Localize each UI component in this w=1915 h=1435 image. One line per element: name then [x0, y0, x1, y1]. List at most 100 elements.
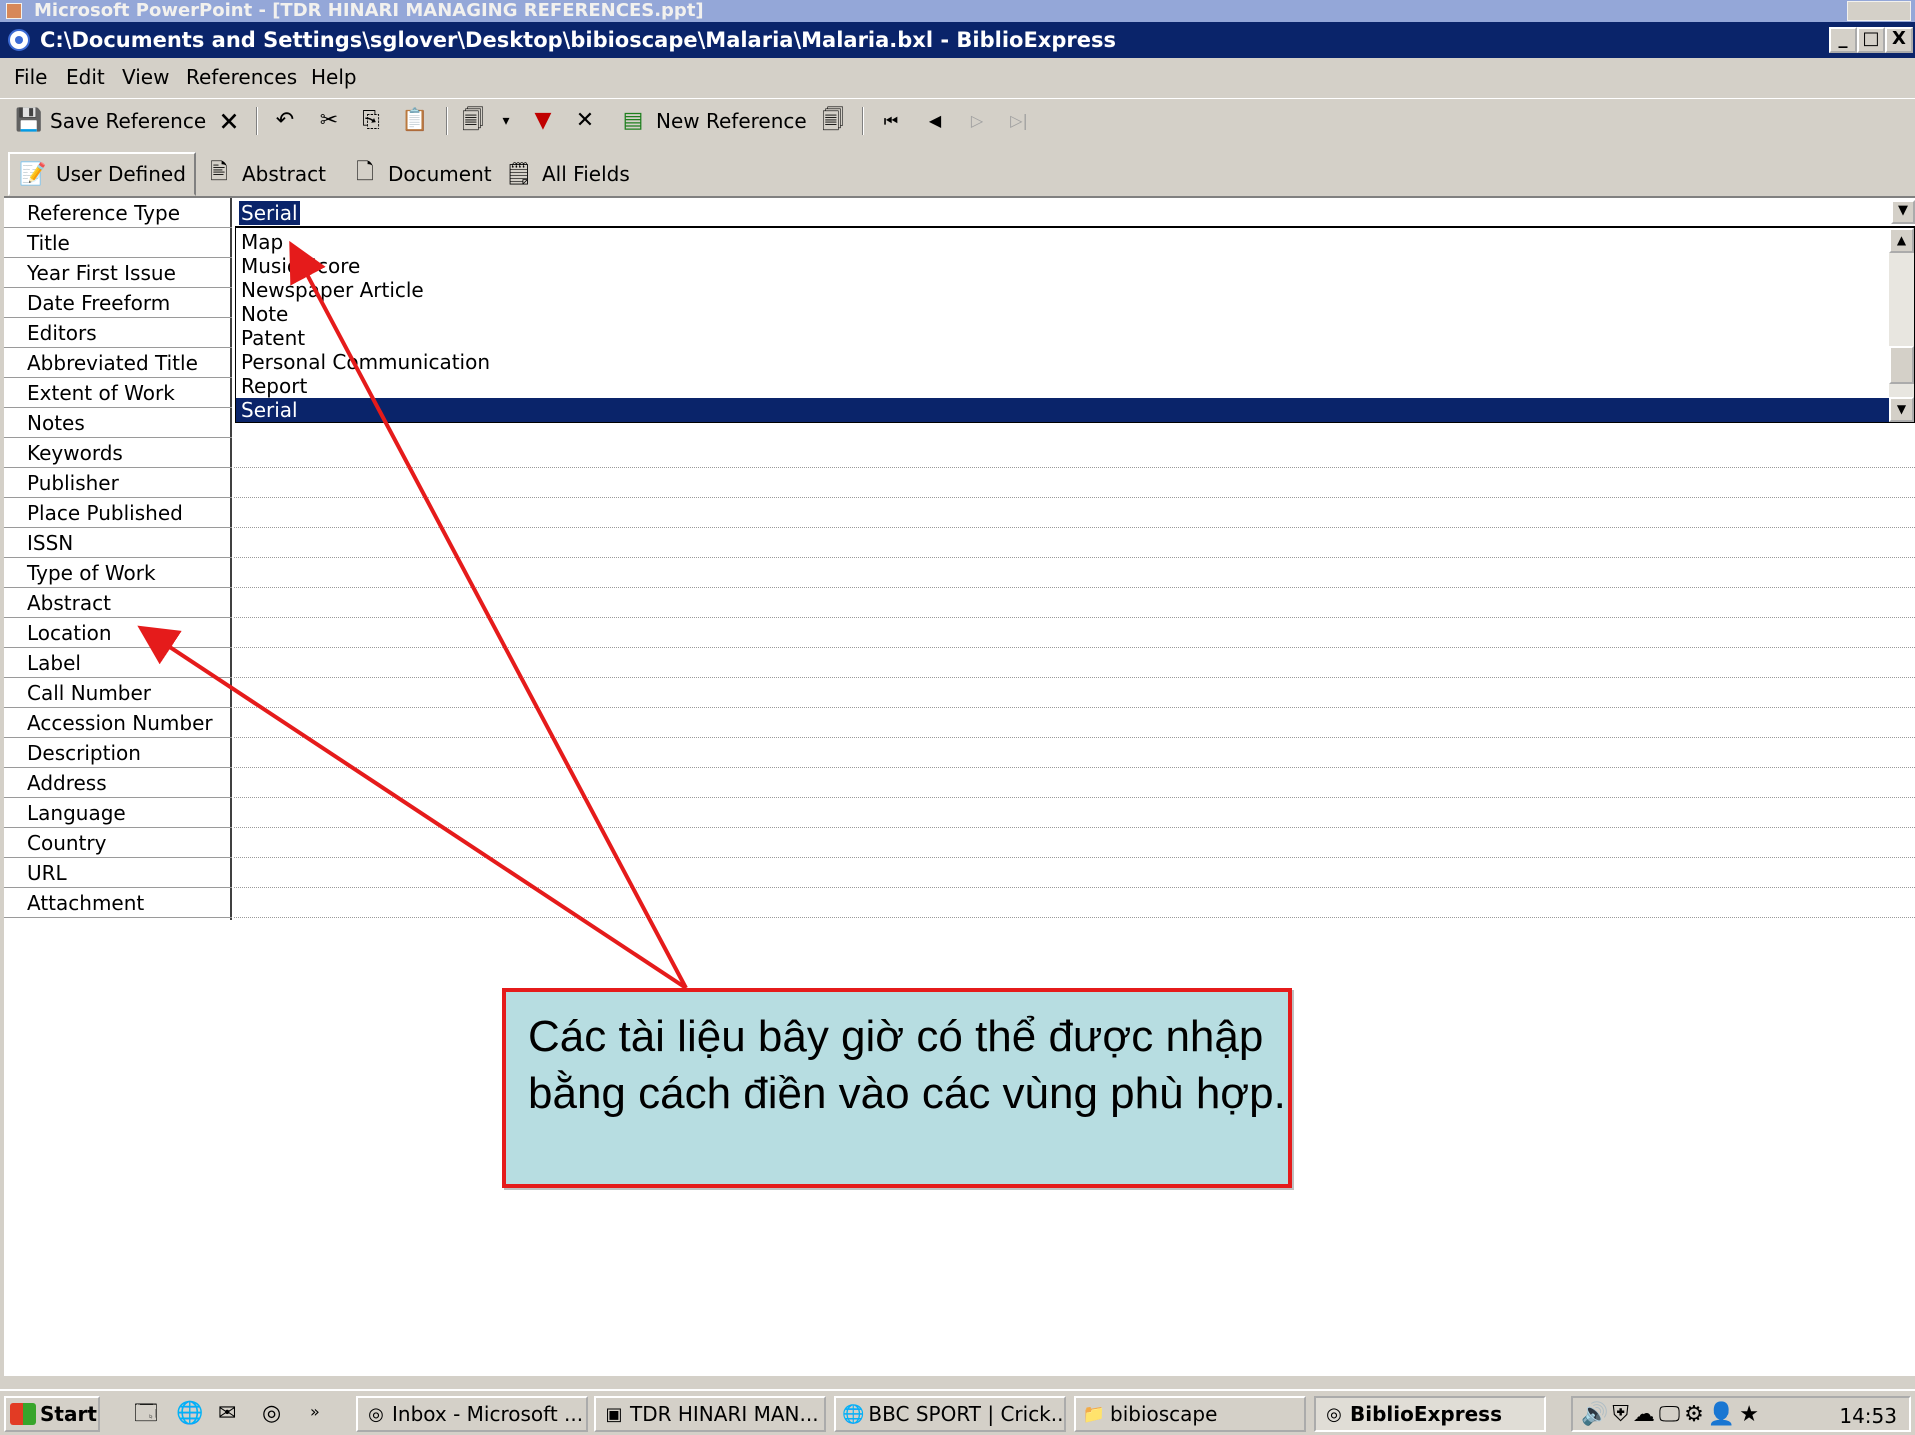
field-label-row[interactable]: Description: [4, 738, 232, 768]
field-value-abstract[interactable]: [234, 588, 1915, 618]
menu-view[interactable]: View: [122, 64, 169, 90]
tab-abstract[interactable]: 🖹 Abstract: [196, 154, 334, 194]
field-label-row[interactable]: ISSN: [4, 528, 232, 558]
field-label-row[interactable]: Abbreviated Title: [4, 348, 232, 378]
task-bbc-sport[interactable]: 🌐 BBC SPORT | Crick...: [834, 1396, 1066, 1432]
last-record-button[interactable]: ▷|: [1004, 105, 1034, 137]
biblioexpress-quicklaunch-icon[interactable]: ◎: [262, 1401, 281, 1427]
menu-help[interactable]: Help: [311, 64, 357, 90]
minimize-button[interactable]: _: [1829, 27, 1857, 53]
new-reference-button[interactable]: ▤ New Reference: [618, 105, 807, 137]
reference-type-option[interactable]: Note: [236, 302, 1890, 326]
start-button[interactable]: Start: [4, 1396, 100, 1432]
show-desktop-icon[interactable]: 🗔: [134, 1401, 158, 1427]
tab-user-defined[interactable]: 📝 User Defined: [8, 152, 196, 196]
reference-type-combobox[interactable]: Serial ▼: [235, 198, 1915, 227]
biblioexpress-app-icon[interactable]: [8, 29, 30, 51]
format-dropdown-button[interactable]: ▾: [496, 105, 516, 137]
field-label-row[interactable]: Publisher: [4, 468, 232, 498]
reference-type-option[interactable]: Patent: [236, 326, 1890, 350]
field-label-row[interactable]: Attachment: [4, 888, 232, 918]
close-button[interactable]: X: [1885, 27, 1913, 53]
task-powerpoint[interactable]: ▣ TDR HINARI MAN...: [594, 1396, 826, 1432]
quicklaunch-more-icon[interactable]: »: [310, 1399, 320, 1425]
reference-type-option[interactable]: Personal Communication: [236, 350, 1890, 374]
field-label-row[interactable]: Extent of Work: [4, 378, 232, 408]
scroll-down-button[interactable]: ▼: [1889, 397, 1914, 422]
save-reference-button[interactable]: 💾 Save Reference: [14, 105, 206, 137]
clock[interactable]: 14:53: [1839, 1404, 1897, 1428]
field-label-row[interactable]: Title: [4, 228, 232, 258]
cancel-button[interactable]: ✕: [570, 105, 600, 137]
menu-edit[interactable]: Edit: [66, 64, 105, 90]
field-label-row[interactable]: Location: [4, 618, 232, 648]
paste-button[interactable]: 📋: [400, 105, 430, 137]
field-label-row[interactable]: Year First Issue: [4, 258, 232, 288]
outlook-icon[interactable]: ✉: [218, 1401, 236, 1427]
duplicate-reference-button[interactable]: 🗐: [818, 105, 848, 137]
next-record-button[interactable]: ▷: [962, 105, 992, 137]
maximize-button[interactable]: □: [1857, 27, 1885, 53]
task-bibioscape-folder[interactable]: 📁 bibioscape: [1074, 1396, 1306, 1432]
internet-explorer-icon[interactable]: 🌐: [176, 1401, 203, 1427]
task-biblioexpress[interactable]: ◎ BiblioExpress: [1314, 1396, 1546, 1432]
tab-document[interactable]: 🗋 Document: [342, 154, 500, 194]
field-label-row[interactable]: Notes: [4, 408, 232, 438]
field-label-row[interactable]: Language: [4, 798, 232, 828]
reference-type-option[interactable]: Report: [236, 374, 1890, 398]
field-label-row[interactable]: Address: [4, 768, 232, 798]
reference-type-option[interactable]: Newspaper Article: [236, 278, 1890, 302]
field-label-row[interactable]: Call Number: [4, 678, 232, 708]
field-value-location[interactable]: [234, 618, 1915, 648]
delete-reference-button[interactable]: 🗙: [214, 105, 244, 137]
field-value-language[interactable]: [234, 798, 1915, 828]
field-label-row[interactable]: Type of Work: [4, 558, 232, 588]
first-record-button[interactable]: ⏮: [876, 105, 906, 137]
field-value-keywords[interactable]: [234, 438, 1915, 468]
tab-document-label: Document: [388, 162, 492, 186]
save-icon: 💾: [15, 108, 43, 133]
scroll-up-button[interactable]: ▲: [1889, 228, 1914, 253]
field-value-type-of-work[interactable]: [234, 558, 1915, 588]
reference-type-value[interactable]: Serial: [239, 201, 300, 225]
field-label-row[interactable]: Reference Type: [4, 198, 232, 228]
background-window-controls[interactable]: [1847, 1, 1911, 21]
menu-references[interactable]: References: [186, 64, 297, 90]
field-value-place-published[interactable]: [234, 498, 1915, 528]
field-value-attachment[interactable]: [234, 888, 1915, 918]
undo-button[interactable]: ↶: [270, 105, 300, 137]
field-label-row[interactable]: Keywords: [4, 438, 232, 468]
reference-type-option[interactable]: Map: [236, 230, 1890, 254]
field-label-row[interactable]: Accession Number: [4, 708, 232, 738]
field-label-row[interactable]: Date Freeform: [4, 288, 232, 318]
tab-all-fields[interactable]: 🗒 All Fields: [496, 154, 638, 194]
cut-button[interactable]: ✂: [314, 105, 344, 137]
field-label-row[interactable]: Label: [4, 648, 232, 678]
reference-type-option[interactable]: Music Score: [236, 254, 1890, 278]
field-value-address[interactable]: [234, 768, 1915, 798]
field-label-row[interactable]: Place Published: [4, 498, 232, 528]
reference-type-option-selected[interactable]: Serial: [236, 398, 1890, 422]
field-value-label[interactable]: [234, 648, 1915, 678]
field-value-country[interactable]: [234, 828, 1915, 858]
task-inbox[interactable]: ◎ Inbox - Microsoft ...: [356, 1396, 588, 1432]
field-label-row[interactable]: URL: [4, 858, 232, 888]
copy-button[interactable]: ⎘: [356, 105, 386, 137]
scroll-thumb[interactable]: [1889, 346, 1914, 384]
field-label-row[interactable]: Abstract: [4, 588, 232, 618]
tray-icons[interactable]: 🔊⛨☁🖵⚙👤★: [1581, 1402, 1763, 1427]
format-button[interactable]: 🗐: [458, 105, 488, 137]
field-label-row[interactable]: Editors: [4, 318, 232, 348]
menu-file[interactable]: File: [14, 64, 47, 90]
field-label-row[interactable]: Country: [4, 828, 232, 858]
field-value-accession-number[interactable]: [234, 708, 1915, 738]
field-value-issn[interactable]: [234, 528, 1915, 558]
flag-button[interactable]: ▼: [528, 105, 558, 137]
dropdown-scrollbar[interactable]: ▲ ▼: [1889, 228, 1914, 422]
combobox-dropdown-button[interactable]: ▼: [1891, 200, 1915, 224]
field-value-url[interactable]: [234, 858, 1915, 888]
field-value-publisher[interactable]: [234, 468, 1915, 498]
previous-record-button[interactable]: ◀: [920, 105, 950, 137]
field-value-call-number[interactable]: [234, 678, 1915, 708]
field-value-description[interactable]: [234, 738, 1915, 768]
